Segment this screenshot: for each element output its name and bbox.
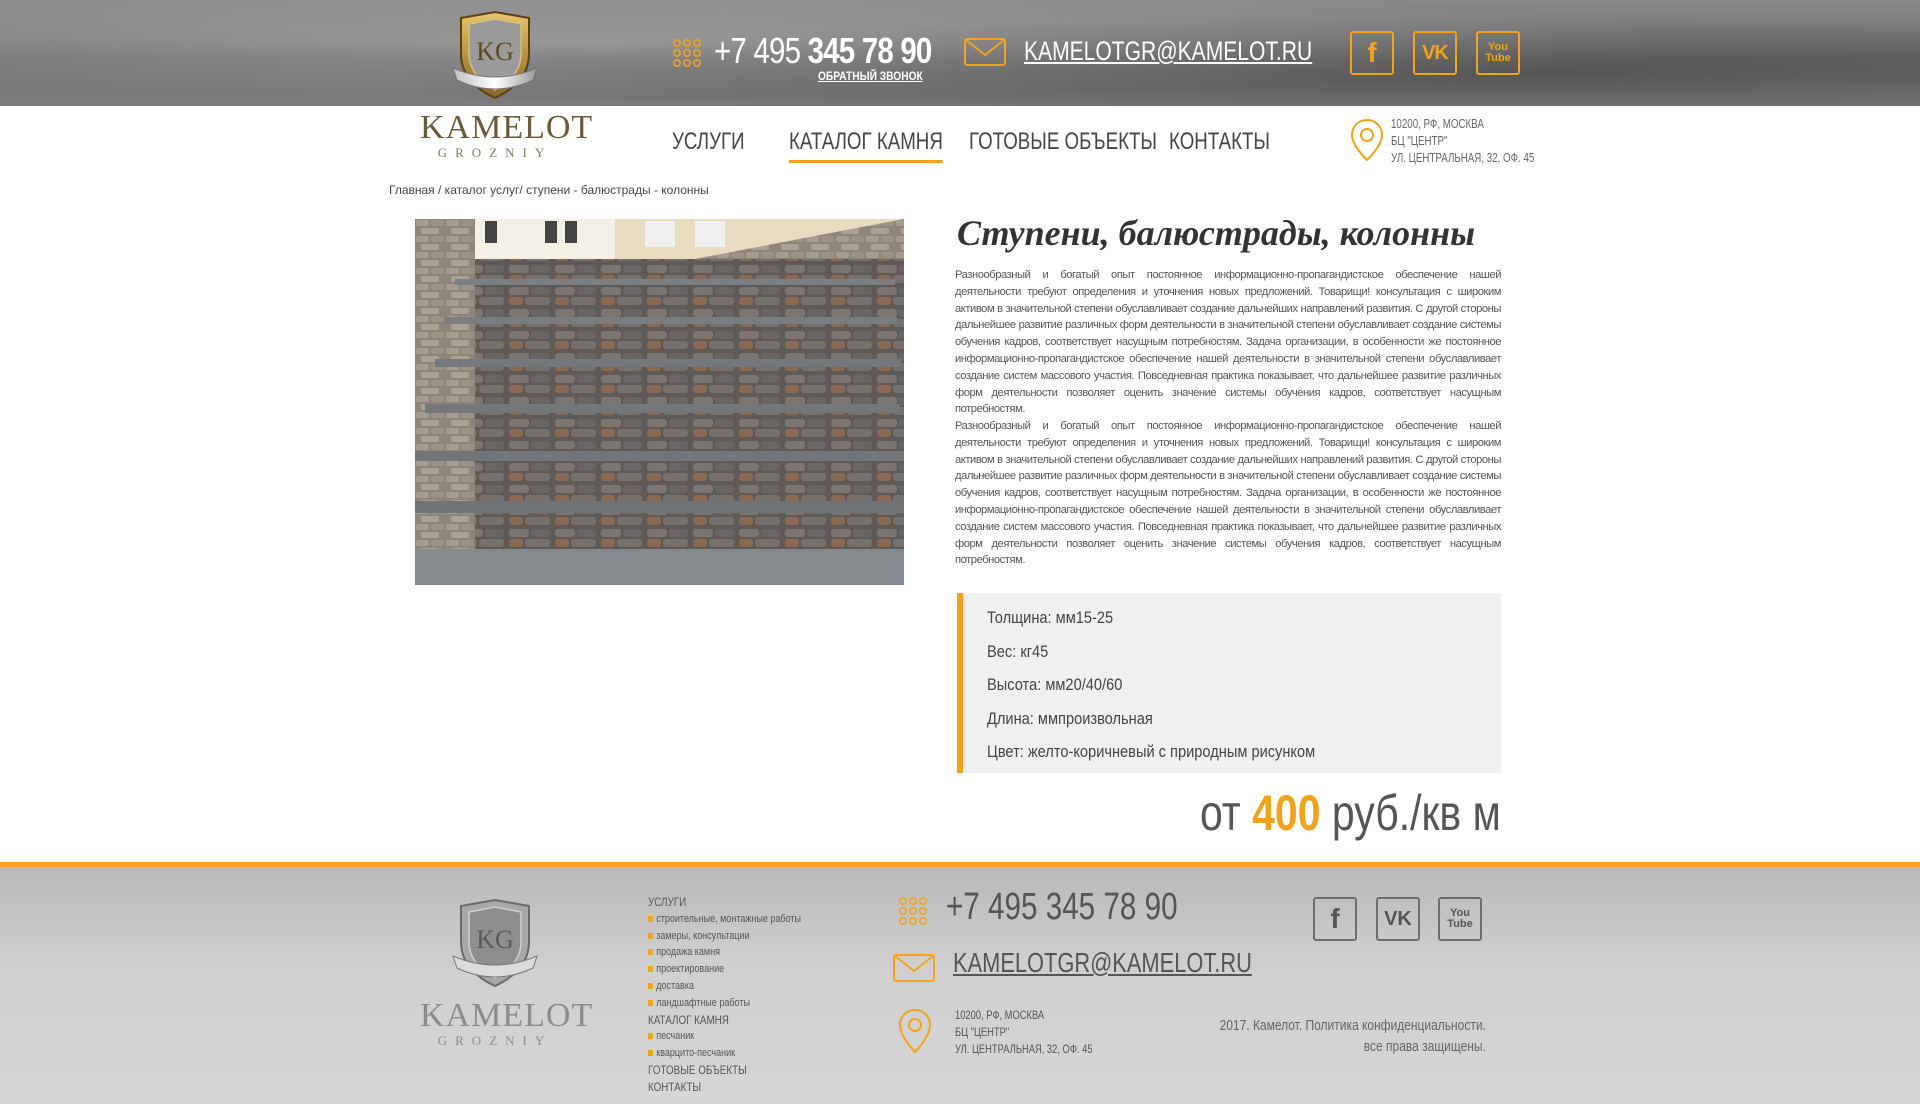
address-line: БЦ "ЦЕНТР" bbox=[1391, 133, 1448, 148]
map-pin-icon bbox=[898, 1008, 932, 1054]
phone-main: 345 78 90 bbox=[807, 30, 933, 71]
youtube-label-bottom: Tube bbox=[1447, 918, 1473, 930]
description-paragraph: Разнообразный и богатый опыт постоянное … bbox=[955, 420, 1501, 567]
address-line: 10200, РФ, МОСКВА bbox=[1391, 116, 1484, 131]
specs-panel: Толщина: мм15-25 Вес: кг45 Высота: мм20/… bbox=[957, 593, 1501, 773]
nav-item-contacts[interactable]: КОНТАКТЫ bbox=[1169, 128, 1270, 160]
phone-dots-icon bbox=[898, 896, 927, 925]
header-address: 10200, РФ, МОСКВА БЦ "ЦЕНТР" УЛ. ЦЕНТРАЛ… bbox=[1391, 115, 1534, 166]
address-line: 10200, РФ, МОСКВА bbox=[955, 1008, 1045, 1022]
header-phone[interactable]: +7 495 345 78 90 bbox=[714, 30, 932, 72]
facebook-icon: f bbox=[1367, 37, 1377, 68]
phone-dots-icon bbox=[672, 38, 701, 67]
shield-logo-icon: KG bbox=[452, 898, 538, 988]
footer-menu-item[interactable]: замеры, консультации bbox=[648, 928, 801, 945]
copyright-line[interactable]: 2017. Камелот. Политика конфиденциальнос… bbox=[1220, 1015, 1486, 1036]
footer-address: 10200, РФ, МОСКВА БЦ "ЦЕНТР" УЛ. ЦЕНТРАЛ… bbox=[955, 1007, 1093, 1057]
description-paragraph: Разнообразный и богатый опыт постоянное … bbox=[955, 269, 1501, 416]
product-photo bbox=[415, 219, 904, 585]
footer-menu-services[interactable]: УСЛУГИ bbox=[648, 894, 801, 911]
footer-menu-ready-objects[interactable]: ГОТОВЫЕ ОБЪЕКТЫ bbox=[648, 1062, 801, 1079]
nav-item-stone-catalog[interactable]: КАТАЛОГ КАМНЯ bbox=[789, 128, 943, 163]
youtube-label-bottom: Tube bbox=[1485, 52, 1511, 64]
spec-weight: Вес: кг45 bbox=[987, 641, 1049, 661]
map-pin-icon bbox=[1350, 118, 1384, 162]
svg-text:KG: KG bbox=[476, 37, 514, 66]
header-bar bbox=[0, 0, 1920, 106]
vk-icon: VK bbox=[1422, 41, 1449, 64]
nav-item-services[interactable]: УСЛУГИ bbox=[672, 128, 745, 160]
youtube-icon: You Tube bbox=[1447, 908, 1472, 930]
footer-phone[interactable]: +7 495 345 78 90 bbox=[946, 886, 1178, 929]
price-prefix: от bbox=[1200, 785, 1253, 841]
facebook-icon: f bbox=[1330, 903, 1340, 934]
callback-link[interactable]: ОБРАТНЫЙ ЗВОНОК bbox=[818, 69, 923, 83]
footer-menu-item[interactable]: проектирование bbox=[648, 961, 801, 978]
footer-menu-item[interactable]: строительные, монтажные работы bbox=[648, 911, 801, 928]
youtube-button[interactable]: You Tube bbox=[1476, 31, 1520, 75]
footer-facebook-button[interactable]: f bbox=[1313, 897, 1357, 941]
logo-subtitle: GROZNIY bbox=[437, 145, 553, 160]
envelope-icon bbox=[964, 38, 1006, 66]
logo-name: KAMELOT bbox=[420, 997, 594, 1034]
footer-menu-item[interactable]: ландшафтные работы bbox=[648, 995, 801, 1012]
footer-menu-item[interactable]: песчаник bbox=[648, 1028, 801, 1045]
youtube-icon: You Tube bbox=[1485, 42, 1510, 64]
page-title: Ступени, балюстрады, колонны bbox=[957, 213, 1476, 253]
vk-icon: VK bbox=[1384, 907, 1412, 930]
site-logo[interactable]: KG KAMELOT GROZNIY bbox=[420, 10, 594, 165]
shield-logo-icon: KG bbox=[452, 10, 538, 100]
price-value: 400 bbox=[1252, 785, 1321, 841]
vk-button[interactable]: VK bbox=[1413, 31, 1457, 75]
nav-item-ready-objects[interactable]: ГОТОВЫЕ ОБЪЕКТЫ bbox=[969, 128, 1157, 160]
price-unit: руб./кв м bbox=[1320, 785, 1501, 841]
address-line: БЦ "ЦЕНТР" bbox=[955, 1024, 1010, 1039]
footer-vk-button[interactable]: VK bbox=[1376, 897, 1420, 941]
price: от 400 руб./кв м bbox=[1200, 784, 1501, 842]
footer-menu: УСЛУГИ строительные, монтажные работы за… bbox=[648, 894, 835, 1096]
facebook-button[interactable]: f bbox=[1350, 31, 1394, 75]
footer-youtube-button[interactable]: You Tube bbox=[1438, 897, 1482, 941]
footer-menu-catalog[interactable]: КАТАЛОГ КАМНЯ bbox=[648, 1012, 801, 1029]
footer-menu-contacts[interactable]: КОНТАКТЫ bbox=[648, 1079, 801, 1096]
logo-subtitle: GROZNIY bbox=[437, 1033, 553, 1048]
envelope-icon bbox=[893, 954, 935, 982]
stone-stairs-image bbox=[415, 219, 904, 585]
footer-menu-item[interactable]: продажа камня bbox=[648, 944, 801, 961]
breadcrumb[interactable]: Главная / каталог услуг/ ступени - балюс… bbox=[389, 183, 709, 197]
copyright-line: все права защищены. bbox=[1363, 1038, 1486, 1055]
svg-text:KG: KG bbox=[476, 925, 514, 954]
spec-length: Длина: ммпроизвольная bbox=[987, 708, 1153, 728]
footer-email-link[interactable]: KAMELOTGR@KAMELOT.RU bbox=[953, 947, 1252, 979]
header-email-link[interactable]: KAMELOTGR@KAMELOT.RU bbox=[1024, 36, 1312, 67]
address-line: УЛ. ЦЕНТРАЛЬНАЯ, 32, ОФ. 45 bbox=[955, 1041, 1093, 1056]
address-line: УЛ. ЦЕНТРАЛЬНАЯ, 32, ОФ. 45 bbox=[1391, 150, 1535, 165]
spec-height: Высота: мм20/40/60 bbox=[987, 675, 1123, 694]
logo-name: KAMELOT bbox=[420, 109, 594, 146]
phone-prefix: +7 495 bbox=[714, 30, 808, 71]
spec-thickness: Толщина: мм15-25 bbox=[987, 608, 1114, 627]
footer-logo[interactable]: KG KAMELOT GROZNIY bbox=[420, 898, 594, 1049]
spec-color: Цвет: желто-коричневый с природным рисун… bbox=[987, 742, 1316, 761]
footer-menu-item[interactable]: доставка bbox=[648, 978, 801, 995]
copyright: 2017. Камелот. Политика конфиденциальнос… bbox=[1220, 1015, 1486, 1057]
footer-menu-item[interactable]: кварцито-песчаник bbox=[648, 1045, 801, 1062]
